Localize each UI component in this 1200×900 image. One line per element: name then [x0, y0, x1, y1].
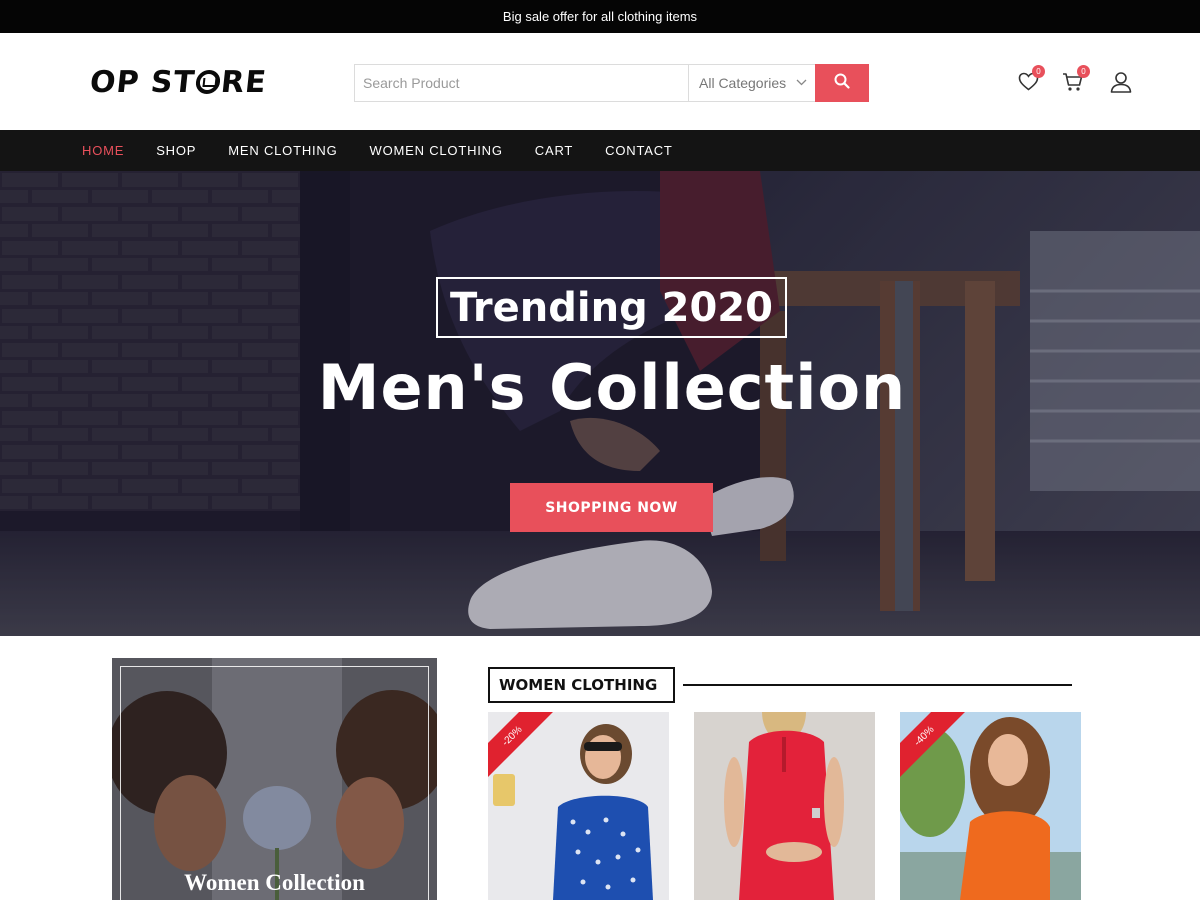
- product-card[interactable]: [694, 712, 875, 900]
- announcement-bar: Big sale offer for all clothing items: [0, 0, 1200, 33]
- logo-text: OP ST: [88, 64, 197, 100]
- logo-cart-icon: [194, 70, 222, 94]
- section-title-text: WOMEN CLOTHING: [499, 676, 658, 694]
- hero-tag: Trending 2020: [436, 277, 787, 338]
- nav-item-shop[interactable]: SHOP: [156, 143, 196, 158]
- nav-item-men-clothing[interactable]: MEN CLOTHING: [228, 143, 337, 158]
- nav-item-women-clothing[interactable]: WOMEN CLOTHING: [370, 143, 503, 158]
- shopping-now-button[interactable]: SHOPPING NOW: [510, 483, 713, 532]
- main-nav: HOME SHOP MEN CLOTHING WOMEN CLOTHING CA…: [0, 130, 1200, 171]
- search-input[interactable]: [355, 65, 688, 101]
- search-bar: All Categories: [354, 64, 869, 102]
- category-select-value: All Categories: [699, 75, 787, 91]
- section-title: WOMEN CLOTHING: [488, 667, 675, 703]
- announcement-text: Big sale offer for all clothing items: [502, 9, 698, 24]
- hero-tag-text: Trending 2020: [450, 284, 773, 331]
- user-icon: [1110, 71, 1132, 98]
- product-card[interactable]: -40%: [900, 712, 1081, 900]
- cart-button[interactable]: 0: [1060, 65, 1090, 97]
- wishlist-button[interactable]: 0: [1015, 65, 1045, 97]
- chevron-down-icon: [796, 77, 807, 89]
- product-card[interactable]: -20%: [488, 712, 669, 900]
- section-divider: [683, 684, 1072, 686]
- account-button[interactable]: [1108, 71, 1134, 97]
- nav-item-home[interactable]: HOME: [82, 143, 124, 158]
- shopping-now-label: SHOPPING NOW: [545, 499, 678, 516]
- logo-text-end: RE: [219, 64, 269, 100]
- search-icon: [834, 73, 850, 94]
- store-logo[interactable]: OP ST RE: [88, 64, 269, 100]
- nav-item-cart[interactable]: CART: [535, 143, 573, 158]
- search-button[interactable]: [815, 64, 869, 102]
- women-collection-banner[interactable]: Women Collection: [112, 658, 437, 900]
- site-header: OP ST RE All Categories 0 0: [0, 33, 1200, 130]
- wishlist-count-badge: 0: [1032, 65, 1045, 78]
- collection-frame: [120, 666, 429, 900]
- hero-banner: Trending 2020 Men's Collection SHOPPING …: [0, 171, 1200, 636]
- product-image: [694, 712, 875, 900]
- hero-headline: Men's Collection: [317, 351, 907, 424]
- nav-item-contact[interactable]: CONTACT: [605, 143, 672, 158]
- cart-count-badge: 0: [1077, 65, 1090, 78]
- collection-title: Women Collection: [184, 870, 365, 895]
- category-select[interactable]: All Categories: [688, 65, 815, 101]
